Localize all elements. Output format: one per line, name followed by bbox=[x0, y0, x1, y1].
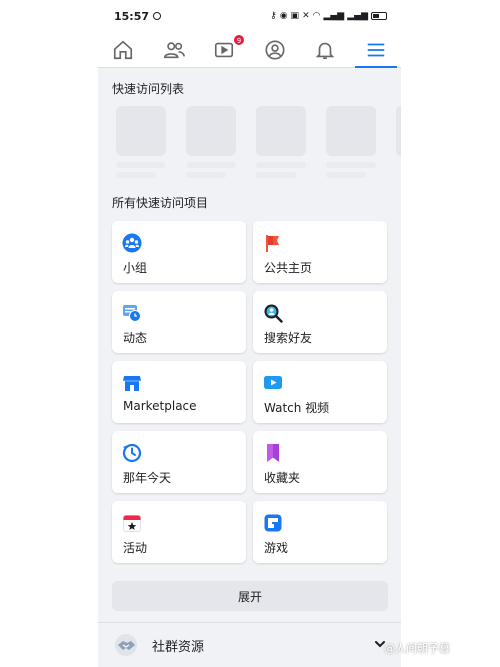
community-resources-label: 社群资源 bbox=[152, 639, 205, 655]
tab-profile[interactable] bbox=[250, 32, 301, 67]
top-navigation: 9 bbox=[98, 32, 401, 68]
find-friends-icon bbox=[264, 304, 283, 323]
menu-card-label: 那年今天 bbox=[123, 471, 172, 485]
facebook-notification-icon bbox=[153, 12, 162, 20]
expand-button[interactable]: 展开 bbox=[112, 581, 388, 611]
home-icon bbox=[114, 40, 133, 59]
wifi-icon: ◠ bbox=[312, 11, 321, 21]
menu-card-groups[interactable]: 小组 bbox=[112, 221, 246, 283]
profile-icon bbox=[265, 39, 285, 60]
events-calendar-icon bbox=[123, 515, 141, 532]
community-resources-row[interactable]: 社群资源 bbox=[98, 623, 401, 667]
notification-badge: 9 bbox=[233, 34, 245, 46]
menu-card-memories[interactable]: 那年今天 bbox=[112, 431, 246, 493]
status-icons: ⚷ ◉ ▣ ✕ ◠ ▂▄▆ ▂▄▆ bbox=[270, 11, 387, 21]
watermark: @人间朝予暮 bbox=[384, 642, 450, 655]
status-time: 15:57 bbox=[114, 9, 150, 23]
menu-card-label: Marketplace bbox=[123, 399, 197, 413]
feeds-clock-icon bbox=[123, 305, 141, 322]
tab-notifications[interactable] bbox=[300, 32, 351, 67]
shortcut-placeholder bbox=[326, 106, 376, 156]
menu-card-label: 公共主页 bbox=[264, 261, 313, 275]
menu-card-label: 收藏夹 bbox=[264, 471, 301, 485]
mute-icon: ✕ bbox=[302, 11, 310, 21]
status-bar: 15:57 ⚷ ◉ ▣ ✕ ◠ ▂▄▆ ▂▄▆ bbox=[98, 0, 401, 32]
shortcut-placeholder bbox=[256, 106, 306, 156]
shortcuts-title: 快速访问列表 bbox=[112, 82, 185, 96]
all-shortcuts-title: 所有快速访问项目 bbox=[112, 196, 209, 210]
gaming-icon bbox=[264, 514, 282, 532]
marketplace-icon bbox=[123, 376, 141, 391]
bell-icon bbox=[315, 42, 335, 59]
menu-card-label: 小组 bbox=[123, 261, 148, 275]
tab-friends[interactable] bbox=[149, 32, 200, 67]
groups-icon bbox=[122, 233, 142, 253]
menu-card-events[interactable]: 活动 bbox=[112, 501, 246, 563]
key-icon: ⚷ bbox=[270, 11, 277, 21]
menu-card-gaming[interactable]: 游戏 bbox=[253, 501, 387, 563]
menu-card-label: 活动 bbox=[123, 541, 148, 555]
menu-card-label: 动态 bbox=[123, 331, 148, 345]
nfc-icon: ▣ bbox=[290, 11, 300, 21]
menu-card-label: 搜索好友 bbox=[264, 331, 313, 345]
memories-icon bbox=[122, 443, 142, 463]
tab-menu[interactable] bbox=[351, 32, 402, 68]
shortcut-placeholder-line bbox=[326, 162, 376, 168]
shortcut-placeholder-line bbox=[186, 162, 236, 168]
menu-card-pages[interactable]: 公共主页 bbox=[253, 221, 387, 283]
battery-icon bbox=[371, 12, 387, 20]
shortcut-placeholder-line bbox=[116, 172, 156, 178]
friends-icon bbox=[163, 41, 185, 58]
menu-card-marketplace[interactable]: Marketplace bbox=[112, 361, 246, 423]
saved-bookmark-icon bbox=[267, 444, 279, 462]
shortcut-placeholder bbox=[116, 106, 166, 156]
video-icon bbox=[215, 42, 234, 57]
shortcut-placeholder-line bbox=[256, 162, 306, 168]
tab-home[interactable] bbox=[98, 32, 149, 67]
handshake-icon bbox=[115, 634, 137, 656]
shortcut-placeholder-line bbox=[256, 172, 296, 178]
watch-video-icon bbox=[264, 376, 282, 389]
app-screen: 15:57 ⚷ ◉ ▣ ✕ ◠ ▂▄▆ ▂▄▆ 9 快速访问列表 所有快速访问项… bbox=[98, 0, 401, 667]
menu-card-label: Watch 视频 bbox=[264, 401, 330, 415]
shortcut-placeholder-line bbox=[186, 172, 226, 178]
shortcut-placeholder bbox=[186, 106, 236, 156]
tab-video[interactable]: 9 bbox=[199, 32, 250, 67]
shortcut-placeholder-line bbox=[326, 172, 366, 178]
signal-icon: ▂▄▆ bbox=[323, 11, 345, 21]
menu-card-find-friends[interactable]: 搜索好友 bbox=[253, 291, 387, 353]
menu-card-watch[interactable]: Watch 视频 bbox=[253, 361, 387, 423]
eye-icon: ◉ bbox=[279, 11, 288, 21]
menu-icon bbox=[367, 43, 384, 56]
signal-2-icon: ▂▄▆ bbox=[347, 11, 368, 21]
pages-flag-icon bbox=[266, 235, 279, 252]
shortcut-placeholder bbox=[396, 106, 401, 156]
menu-card-feeds[interactable]: 动态 bbox=[112, 291, 246, 353]
menu-card-label: 游戏 bbox=[264, 541, 289, 555]
menu-card-saved[interactable]: 收藏夹 bbox=[253, 431, 387, 493]
shortcut-placeholder-line bbox=[116, 162, 166, 168]
